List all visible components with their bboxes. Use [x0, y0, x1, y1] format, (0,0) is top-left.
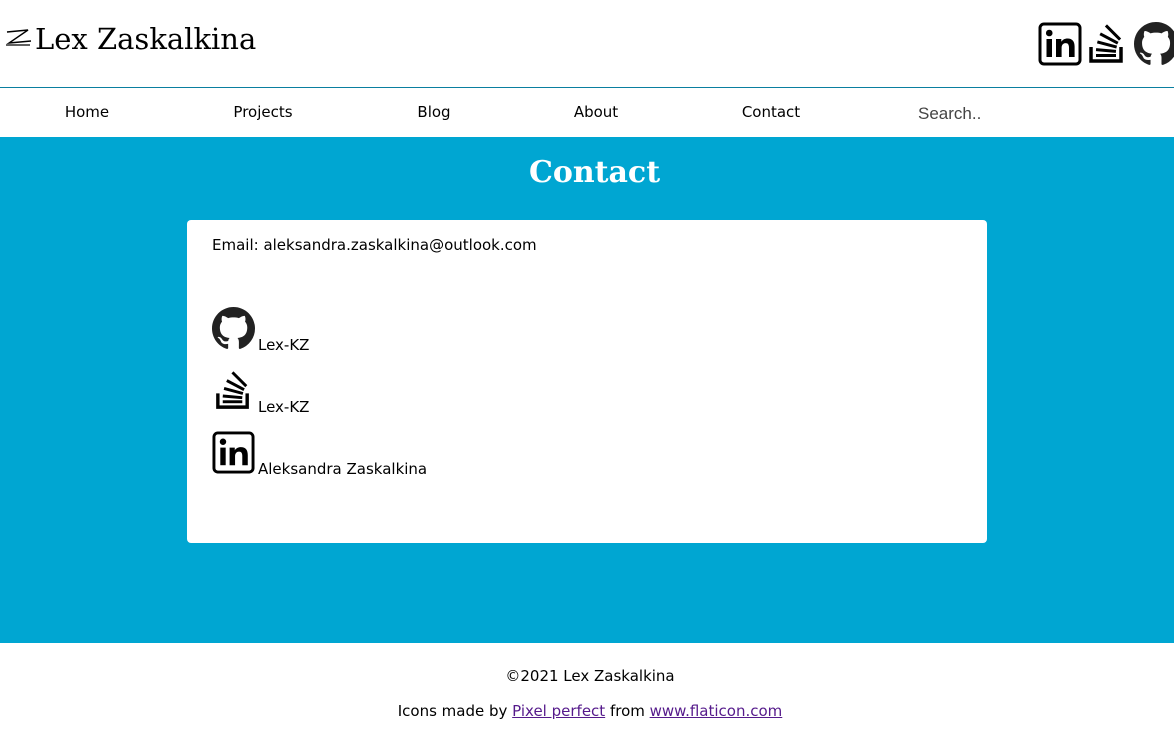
main-nav: Home Projects Blog About Contact [0, 88, 1174, 137]
contact-github[interactable]: Lex-KZ [212, 307, 309, 354]
page-title: Contact [528, 155, 661, 190]
search-input[interactable] [910, 98, 1174, 130]
copyright-text: ©2021 Lex Zaskalkina [505, 667, 675, 685]
github-icon[interactable] [212, 307, 255, 350]
credit-middle: from [605, 702, 650, 720]
credit-prefix: Icons made by [397, 702, 513, 720]
stackoverflow-icon[interactable] [212, 369, 255, 412]
icon-credit: Icons made by Pixel perfect from www.fla… [0, 702, 1174, 720]
logo-text: Lex Zaskalkina [35, 22, 257, 56]
github-username[interactable]: Lex-KZ [258, 336, 309, 354]
site-footer: ©2021 Lex Zaskalkina Icons made by Pixel… [0, 643, 1174, 729]
nav-home[interactable]: Home [65, 88, 109, 137]
email-text[interactable]: Email: aleksandra.zaskalkina@outlook.com [212, 236, 537, 254]
credit-site-link[interactable]: www.flaticon.com [650, 702, 783, 720]
stackoverflow-username[interactable]: Lex-KZ [258, 398, 309, 416]
header-social-links [1038, 22, 1174, 66]
contact-card: Email: aleksandra.zaskalkina@outlook.com… [187, 220, 987, 543]
contact-stackoverflow[interactable]: Lex-KZ [212, 369, 309, 416]
linkedin-icon[interactable] [212, 431, 255, 474]
contact-linkedin[interactable]: Aleksandra Zaskalkina [212, 431, 427, 478]
linkedin-icon[interactable] [1038, 22, 1082, 66]
site-header: Lex Zaskalkina [0, 0, 1174, 87]
stackoverflow-icon[interactable] [1085, 22, 1129, 66]
nav-about[interactable]: About [574, 88, 618, 137]
contact-section: Contact Email: aleksandra.zaskalkina@out… [0, 137, 1174, 643]
logo-mark-icon [6, 29, 32, 46]
nav-projects[interactable]: Projects [233, 88, 292, 137]
linkedin-name[interactable]: Aleksandra Zaskalkina [258, 460, 427, 478]
github-icon[interactable] [1134, 22, 1174, 66]
credit-author-link[interactable]: Pixel perfect [512, 702, 605, 720]
nav-blog[interactable]: Blog [417, 88, 450, 137]
site-logo[interactable]: Lex Zaskalkina [4, 22, 256, 56]
nav-contact[interactable]: Contact [742, 88, 800, 137]
